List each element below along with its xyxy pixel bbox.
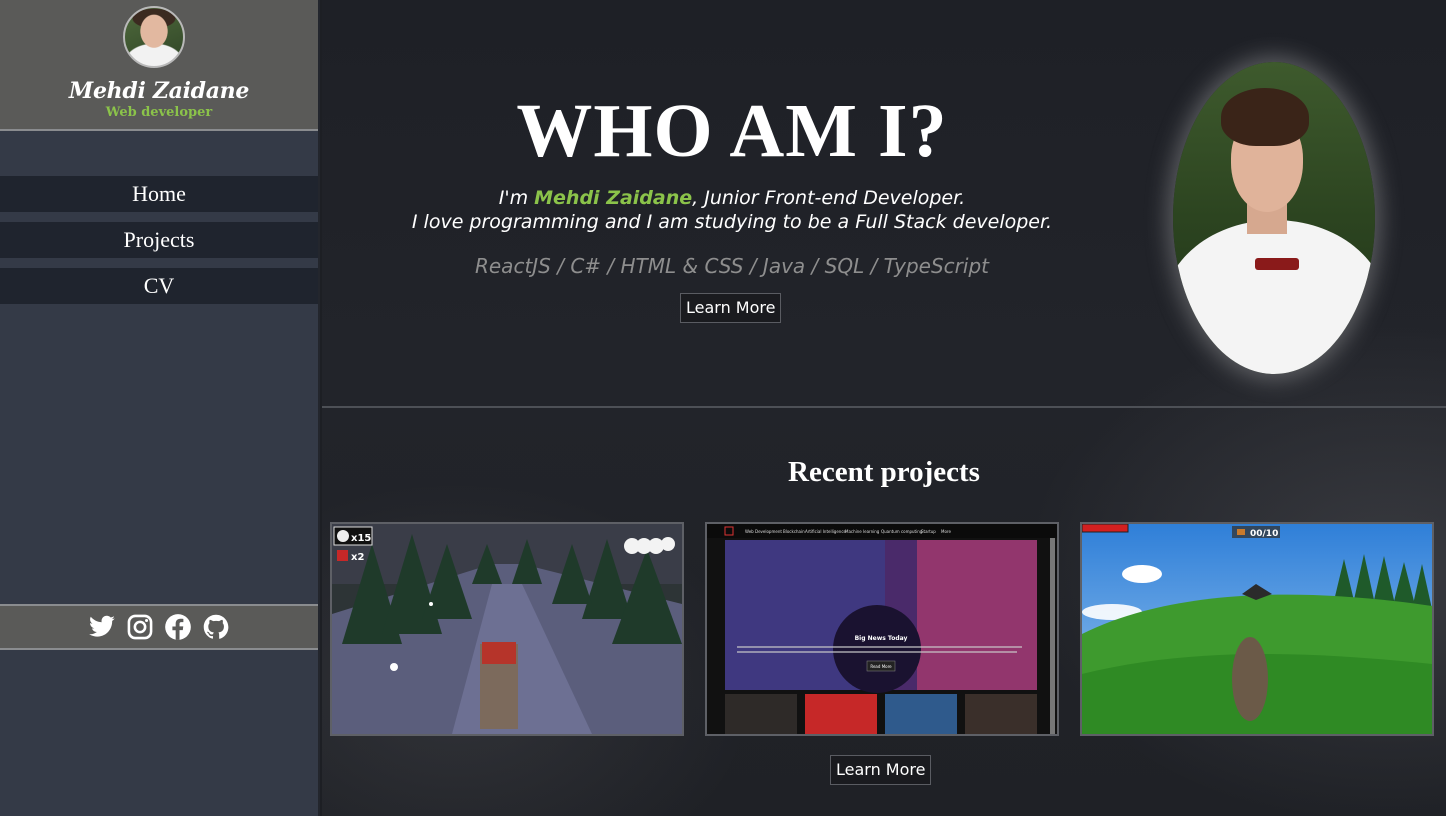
hud-snowballs: x15 (351, 533, 371, 544)
nav-item-home[interactable]: Home (0, 176, 318, 212)
avatar (123, 6, 185, 68)
twitter-icon[interactable] (88, 613, 116, 641)
hud-gifts: x2 (351, 552, 364, 563)
project-card-winter-game[interactable]: x15 x2 (330, 522, 684, 736)
hero-title: WHO AM I? (516, 89, 948, 173)
intro-name: Mehdi Zaidane (534, 187, 693, 209)
intro-suffix: , Junior Front-end Developer. (692, 187, 966, 209)
svg-text:Web Development Blockc: Web Development Blockchain Artificial In… (745, 529, 951, 534)
instagram-icon[interactable] (126, 613, 154, 641)
section-divider (322, 406, 1446, 408)
intro-prefix: I'm (498, 187, 535, 209)
skills-list: ReactJS / C# / HTML & CSS / Java / SQL /… (474, 254, 989, 278)
nav-item-projects[interactable]: Projects (0, 222, 318, 258)
profile-portrait (1173, 62, 1375, 374)
github-icon[interactable] (202, 613, 230, 641)
profile-name: Mehdi Zaidane (68, 78, 250, 104)
project-card-news-site[interactable]: Web Development Blockchain Artificial In… (705, 522, 1059, 736)
news-read-more: Read More (870, 664, 892, 669)
social-links (0, 604, 318, 650)
project-card-wolf-game[interactable]: 00/10 (1080, 522, 1434, 736)
main-content: WHO AM I? I'm Mehdi Zaidane, Junior Fron… (322, 0, 1446, 816)
projects-learn-more-button[interactable]: Learn More (830, 755, 932, 785)
intro-line-2: I love programming and I am studying to … (411, 211, 1053, 233)
hero-learn-more-button[interactable]: Learn More (680, 293, 782, 323)
nav-item-cv[interactable]: CV (0, 268, 318, 304)
hero-section: WHO AM I? I'm Mehdi Zaidane, Junior Fron… (322, 0, 1446, 407)
facebook-icon[interactable] (164, 613, 192, 641)
projects-title: Recent projects (788, 456, 980, 488)
hero-intro: I'm Mehdi Zaidane, Junior Front-end Deve… (322, 186, 1142, 234)
sidebar: Mehdi Zaidane Web developer Home Project… (0, 0, 320, 816)
sidebar-nav: Home Projects CV (0, 176, 318, 314)
news-headline: Big News Today (855, 635, 908, 642)
profile-role: Web developer (105, 105, 213, 120)
profile-card: Mehdi Zaidane Web developer (0, 0, 318, 131)
hud-counter: 00/10 (1250, 529, 1278, 539)
